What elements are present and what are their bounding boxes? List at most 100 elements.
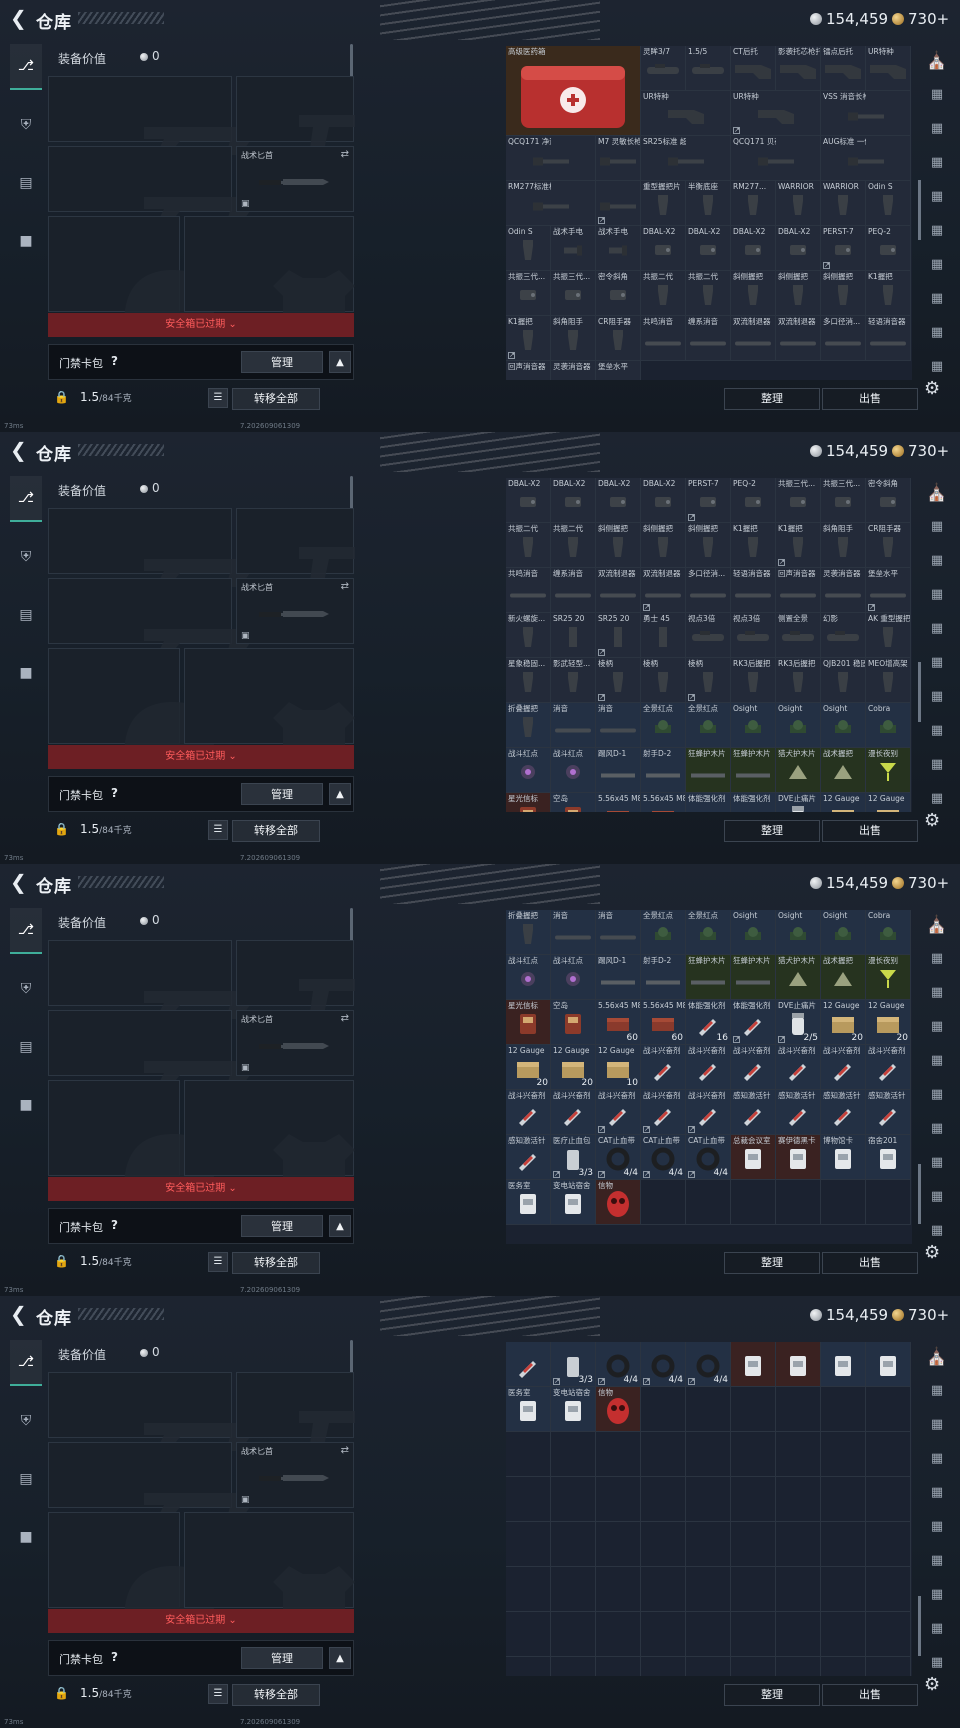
- category-7[interactable]: ▦: [924, 1148, 950, 1178]
- stash-item[interactable]: 漫长夜别: [866, 748, 911, 793]
- gear-icon[interactable]: ⚙: [924, 378, 940, 399]
- tab-armor[interactable]: ⛨: [10, 1398, 42, 1444]
- stash-item[interactable]: Osight: [776, 703, 821, 748]
- tab-vest[interactable]: ▤: [10, 160, 42, 206]
- sort-button[interactable]: 整理: [724, 388, 820, 410]
- manage-button[interactable]: 管理: [241, 1647, 323, 1669]
- swap-icon[interactable]: ⇄: [341, 1013, 349, 1024]
- stash-item[interactable]: 猎犬护木片: [776, 748, 821, 793]
- stash-item[interactable]: 猎犬护木片: [776, 955, 821, 1000]
- stash-item[interactable]: 战斗兴奋剂: [776, 1045, 821, 1090]
- sell-button[interactable]: 出售: [822, 820, 918, 842]
- stash-item[interactable]: 漫长夜别: [866, 955, 911, 1000]
- stash-item[interactable]: 3/3 ↗: [551, 1342, 596, 1387]
- stash-item[interactable]: 感知激活针: [776, 1090, 821, 1135]
- category-all[interactable]: ⛪: [924, 46, 950, 76]
- tab-vest[interactable]: ▤: [10, 1024, 42, 1070]
- category-1[interactable]: ▦: [924, 512, 950, 542]
- stash-item[interactable]: Osight: [821, 703, 866, 748]
- category-7[interactable]: ▦: [924, 284, 950, 314]
- stash-item[interactable]: 12 Gauge 10: [596, 1045, 641, 1090]
- stash-item[interactable]: 斜侧握把: [686, 523, 731, 568]
- category-2[interactable]: ▦: [924, 546, 950, 576]
- stash-scrollbar[interactable]: [918, 1596, 921, 1656]
- stash-item[interactable]: 缠系消音: [686, 316, 731, 361]
- stash-item[interactable]: 共振二代: [641, 271, 686, 316]
- stash-item[interactable]: 12 Gauge 20: [551, 1045, 596, 1090]
- category-3[interactable]: ▦: [924, 1444, 950, 1474]
- stash-item[interactable]: CR阻手器: [596, 316, 641, 361]
- stash-item[interactable]: 视点3倍: [731, 613, 776, 658]
- stash-item[interactable]: 4/4 ↗: [686, 1342, 731, 1387]
- category-all[interactable]: ⛪: [924, 1342, 950, 1372]
- safe-box-expired-banner[interactable]: 安全箱已过期 ⌄: [48, 745, 354, 769]
- category-8[interactable]: ▦: [924, 1614, 950, 1644]
- stash-item[interactable]: 共振二代: [551, 523, 596, 568]
- stash-item[interactable]: 全景红点: [641, 910, 686, 955]
- secondary-weapon-slot[interactable]: [48, 578, 304, 657]
- stash-item[interactable]: 堡垒水平 ↗: [866, 568, 911, 613]
- stash-item[interactable]: RM277...: [731, 181, 776, 226]
- stash-item[interactable]: 棱柄 ↗: [596, 658, 641, 703]
- stash-item[interactable]: 信物: [596, 1180, 641, 1225]
- stash-item[interactable]: 多口径消...: [686, 568, 731, 613]
- stash-item[interactable]: MEO增高架: [866, 658, 911, 703]
- stash-item[interactable]: 缠系消音: [551, 568, 596, 613]
- category-2[interactable]: ▦: [924, 114, 950, 144]
- tab-weapons[interactable]: ⎇: [10, 1340, 42, 1386]
- stash-item[interactable]: 体能强化剂 ↗: [731, 1000, 776, 1045]
- stash-item[interactable]: 折叠握把: [506, 703, 551, 748]
- stash-item[interactable]: DVE止痛片 2/5 ↗: [776, 1000, 821, 1045]
- stash-item[interactable]: 狂蜂护木片: [731, 748, 776, 793]
- stash-item[interactable]: 密令斜角: [866, 478, 911, 523]
- stash-item[interactable]: Osight: [821, 910, 866, 955]
- category-5[interactable]: ▦: [924, 648, 950, 678]
- stash-item[interactable]: Odin S: [506, 226, 551, 271]
- category-3[interactable]: ▦: [924, 148, 950, 178]
- stash-item[interactable]: DBAL-X2: [776, 226, 821, 271]
- stash-scrollbar[interactable]: [918, 1164, 921, 1224]
- transfer-all-button[interactable]: 转移全部: [232, 820, 320, 842]
- stash-item[interactable]: SR25 20 ↗: [596, 613, 641, 658]
- help-icon[interactable]: ?: [111, 1650, 118, 1664]
- stash-item[interactable]: 空岛: [551, 793, 596, 812]
- safe-box-expired-banner[interactable]: 安全箱已过期 ⌄: [48, 313, 354, 337]
- stash-item[interactable]: 镭点后托: [821, 46, 866, 91]
- stash-item[interactable]: 狂蜂护木片: [731, 955, 776, 1000]
- stash-item[interactable]: AUG标准 一体消音管: [821, 136, 911, 181]
- stash-item[interactable]: CT后托: [731, 46, 776, 91]
- stash-item[interactable]: Cobra: [866, 910, 911, 955]
- stash-item[interactable]: K1握把: [731, 523, 776, 568]
- stash-item[interactable]: 共鸣消音: [641, 316, 686, 361]
- stash-scrollbar[interactable]: [918, 180, 921, 240]
- chevron-up-icon[interactable]: ▲: [329, 351, 351, 373]
- stash-item[interactable]: QCQ171 净逐消音枪管: [506, 136, 596, 181]
- manage-button[interactable]: 管理: [241, 783, 323, 805]
- stash-item[interactable]: 变电站宿舍: [551, 1387, 596, 1432]
- stash-item[interactable]: 赛伊德黑卡: [776, 1135, 821, 1180]
- stash-item[interactable]: Osight: [731, 910, 776, 955]
- stash-item[interactable]: 多口径消...: [821, 316, 866, 361]
- gold-currency[interactable]: 730+: [892, 442, 949, 460]
- stash-item[interactable]: 共振二代: [506, 523, 551, 568]
- stash-item[interactable]: 战术握把: [821, 955, 866, 1000]
- category-5[interactable]: ▦: [924, 1080, 950, 1110]
- tab-armor[interactable]: ⛨: [10, 102, 42, 148]
- stash-item[interactable]: 感知激活针: [821, 1090, 866, 1135]
- tab-armor[interactable]: ⛨: [10, 534, 42, 580]
- stash-item[interactable]: 密令斜角: [596, 271, 641, 316]
- list-view-icon[interactable]: ☰: [208, 388, 228, 408]
- stash-item[interactable]: 射手D-2: [641, 955, 686, 1000]
- stash-item[interactable]: CR阻手器: [866, 523, 911, 568]
- stash-item[interactable]: RK3后握把: [731, 658, 776, 703]
- stash-item[interactable]: 战斗兴奋剂: [731, 1045, 776, 1090]
- sell-button[interactable]: 出售: [822, 1684, 918, 1706]
- stash-item[interactable]: PERST-7 ↗: [686, 478, 731, 523]
- stash-item[interactable]: Odin S: [866, 181, 911, 226]
- stash-item[interactable]: 感知激活针: [731, 1090, 776, 1135]
- category-6[interactable]: ▦: [924, 1114, 950, 1144]
- stash-item[interactable]: 共振三代...: [551, 271, 596, 316]
- stash-item[interactable]: 医务室: [506, 1387, 551, 1432]
- helmet-slot[interactable]: [48, 648, 215, 756]
- stash-item[interactable]: SR25标准 超长枪管: [641, 136, 731, 181]
